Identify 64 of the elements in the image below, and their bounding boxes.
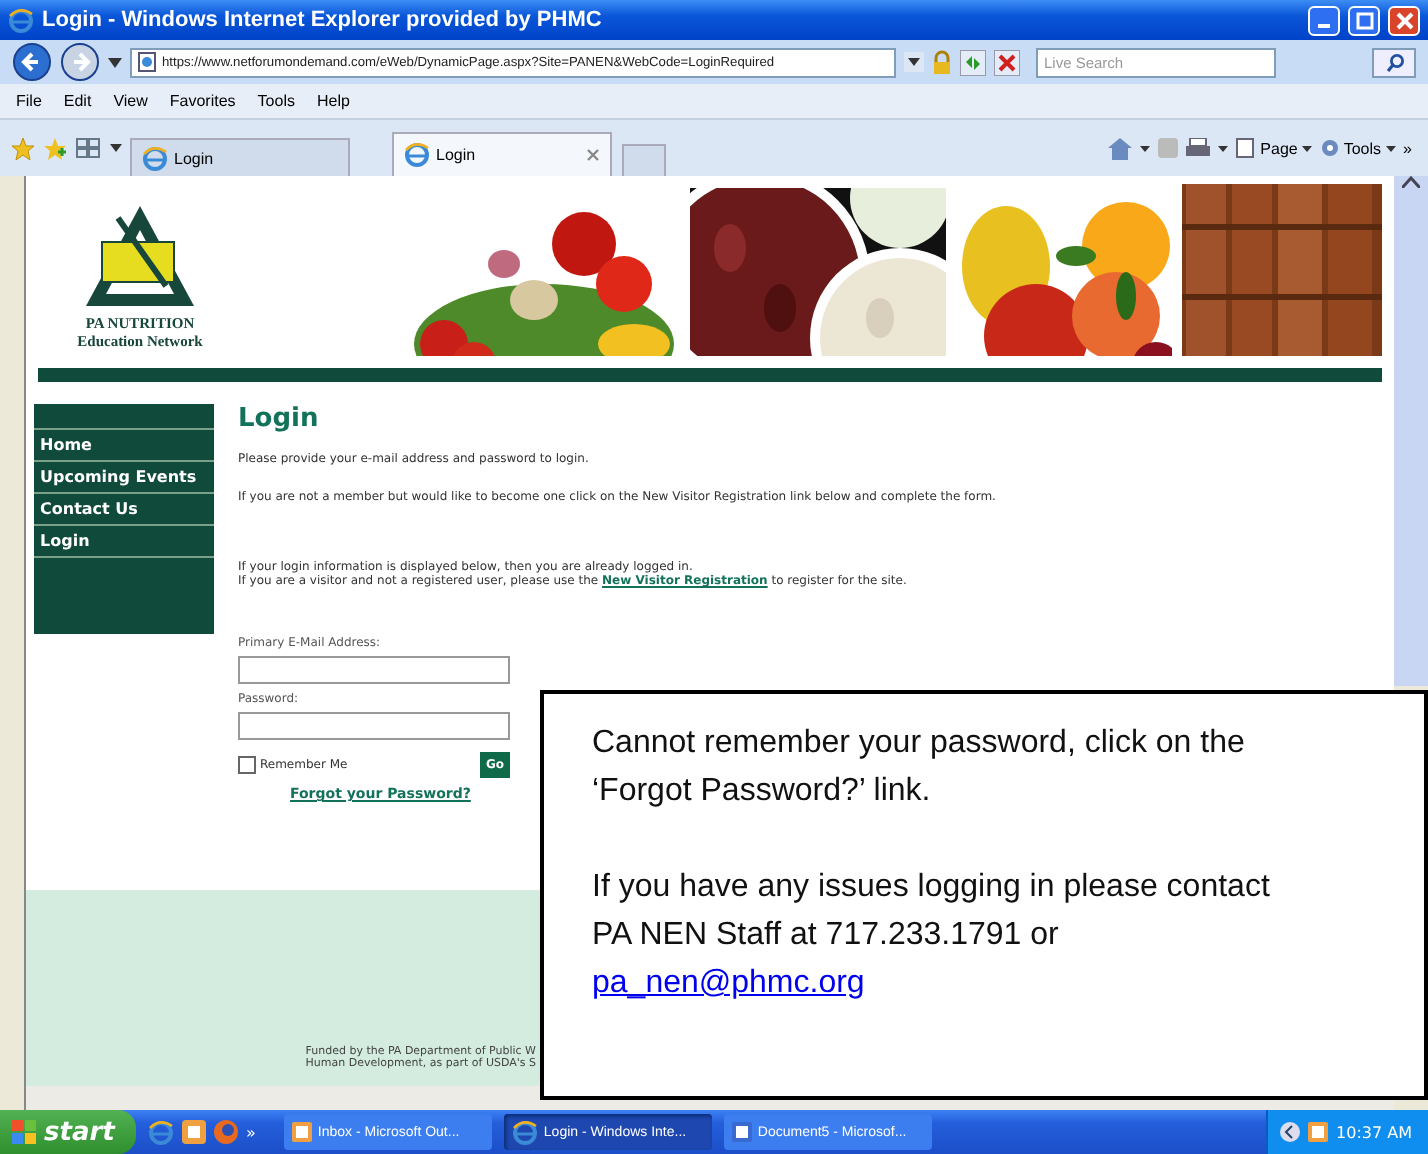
overflow-chevron[interactable]: »: [246, 1123, 256, 1141]
nav-link[interactable]: Contact Us: [34, 492, 214, 524]
scroll-up-icon[interactable]: [1402, 176, 1420, 188]
dropdown-icon[interactable]: [904, 52, 924, 72]
tools-menu[interactable]: Tools: [1319, 138, 1396, 158]
menu-item[interactable]: Tools: [257, 92, 295, 110]
back-button[interactable]: [12, 42, 52, 82]
app-icon[interactable]: [182, 1120, 206, 1144]
email-link[interactable]: pa_nen@phmc.org: [592, 960, 865, 1008]
browser-icon: [142, 145, 168, 171]
dropdown-icon[interactable]: [108, 57, 122, 67]
browser-icon[interactable]: [148, 1119, 174, 1145]
callout-text: Cannot remember your password, click on the ‘Forgot Password?’ link.: [592, 724, 1247, 812]
quick-tabs-icon[interactable]: [76, 138, 100, 158]
favorites-star-icon[interactable]: [12, 137, 34, 159]
dropdown-icon[interactable]: [1218, 145, 1229, 151]
add-favorite-icon[interactable]: [44, 137, 66, 159]
browser-tab[interactable]: Login: [130, 138, 350, 176]
nav-link[interactable]: Login: [34, 524, 214, 558]
maximize-button[interactable]: [1348, 5, 1380, 35]
menu-item[interactable]: Edit: [63, 92, 92, 110]
stop-button[interactable]: [994, 49, 1020, 75]
refresh-button[interactable]: [960, 49, 986, 75]
menu-item[interactable]: Help: [316, 92, 350, 110]
browser-icon: [404, 142, 430, 168]
menu-item[interactable]: Favorites: [169, 92, 236, 110]
padlock-icon: [932, 50, 952, 74]
dropdown-icon: [1301, 145, 1312, 151]
browser-icon: [511, 1119, 538, 1145]
password-field[interactable]: [238, 712, 510, 740]
close-button[interactable]: [1388, 5, 1420, 35]
globe-icon[interactable]: [214, 1120, 238, 1144]
minimize-icon: [1318, 23, 1330, 27]
callout-text: If you have any issues logging in please contact PA NEN Staff at 717.233.1791 or: [592, 868, 1272, 956]
document-icon: [731, 1122, 752, 1142]
forward-button[interactable]: [60, 42, 100, 82]
app-icon[interactable]: [1308, 1122, 1329, 1142]
menu-item[interactable]: File: [16, 92, 42, 110]
dropdown-icon: [1385, 145, 1396, 151]
nav-link[interactable]: Home: [34, 428, 214, 460]
print-icon[interactable]: [1186, 138, 1211, 158]
close-icon[interactable]: [586, 148, 600, 162]
overflow-chevron[interactable]: »: [1403, 139, 1412, 157]
page-menu[interactable]: Page: [1236, 138, 1312, 158]
dropdown-icon[interactable]: [110, 144, 122, 152]
minimize-button[interactable]: [1308, 5, 1340, 35]
windows-logo-icon: [12, 1120, 36, 1144]
search-button[interactable]: [1372, 47, 1416, 77]
clock: 10:37 AM: [1336, 1123, 1412, 1141]
browser-tab[interactable]: Login: [392, 132, 612, 176]
dropdown-icon[interactable]: [1140, 145, 1151, 151]
window-title: Login - Windows Internet Explorer provided by PHMC: [42, 8, 604, 32]
browser-icon: [8, 7, 34, 33]
close-icon: [1395, 11, 1413, 29]
mail-app-icon: [291, 1122, 312, 1142]
menu-item[interactable]: View: [113, 92, 148, 110]
maximize-icon: [1355, 11, 1373, 29]
search-icon: [1385, 53, 1403, 71]
email-field[interactable]: [238, 656, 510, 684]
scrollbar[interactable]: [1394, 176, 1428, 686]
nav-link[interactable]: Upcoming Events: [34, 460, 214, 492]
page-icon: [1236, 138, 1257, 158]
page-heading: Login: [238, 404, 321, 434]
page-icon: [138, 52, 156, 72]
